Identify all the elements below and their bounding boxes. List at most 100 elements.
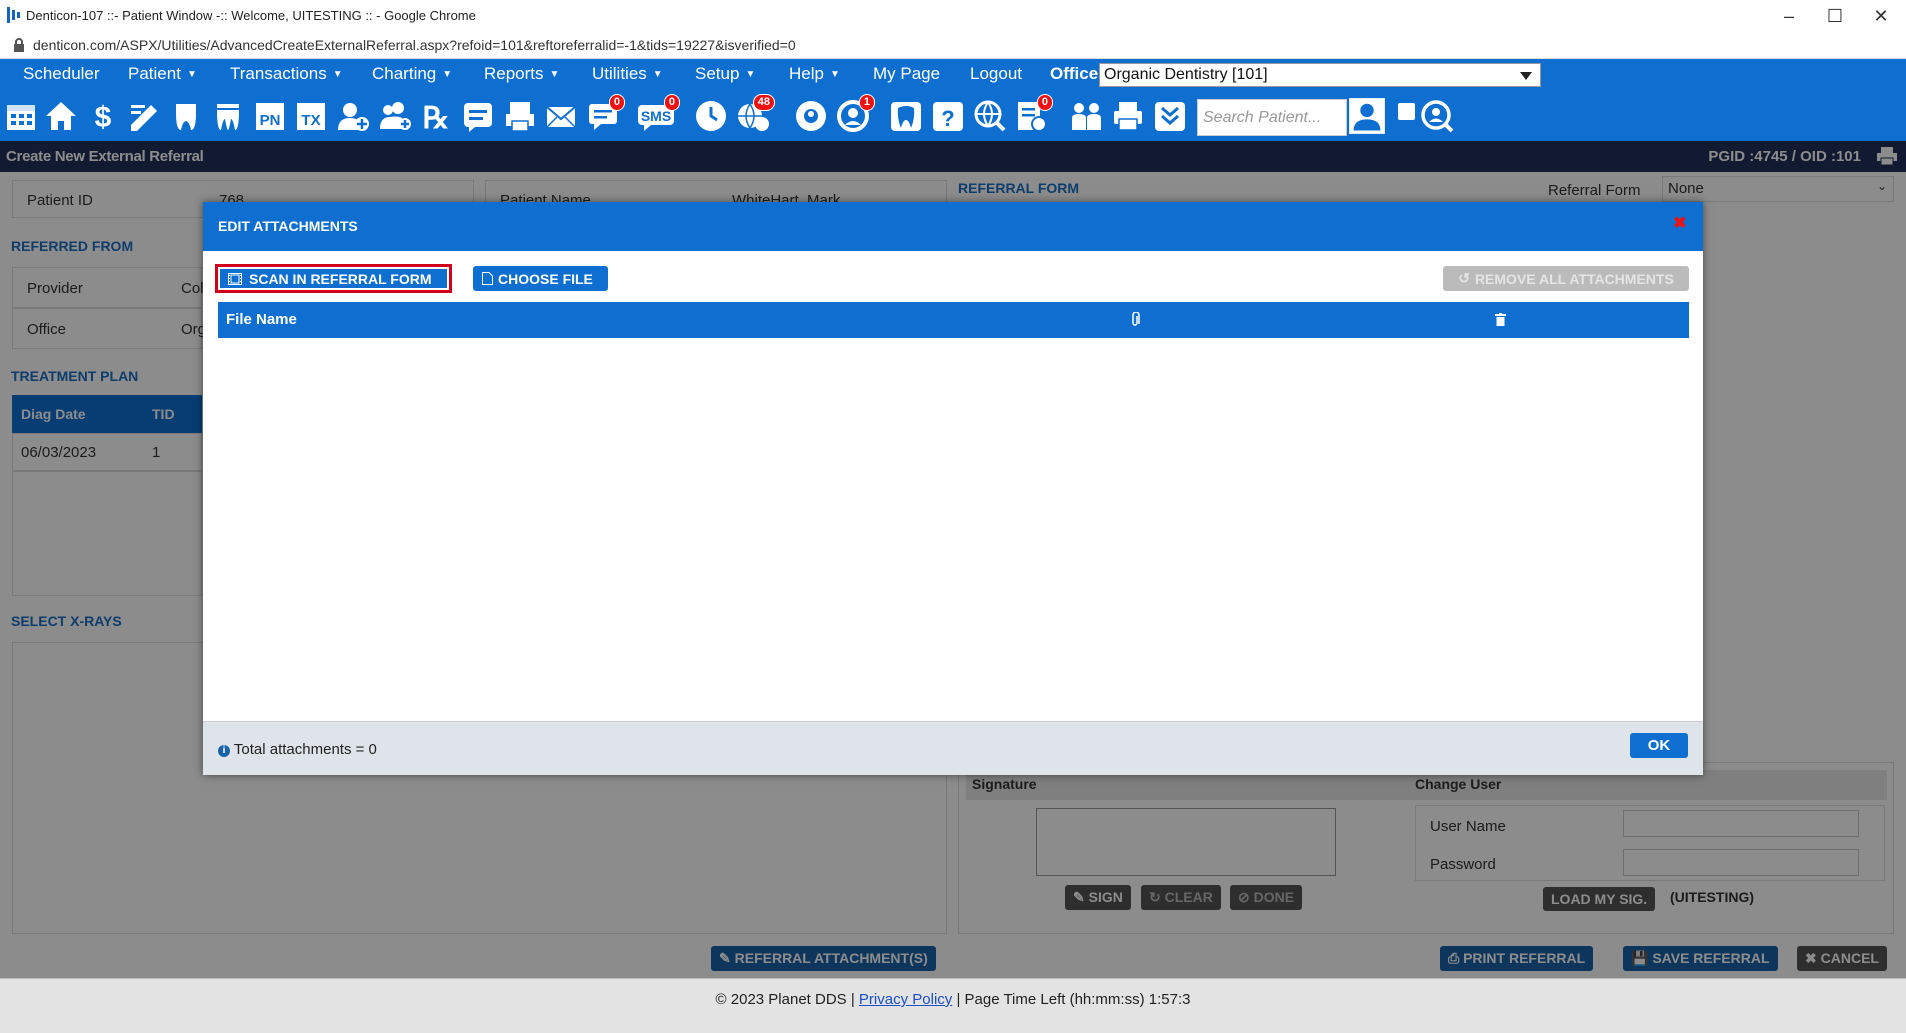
choose-file-label: CHOOSE FILE [498,270,593,287]
browser-title-bar: Denticon-107 ::- Patient Window -:: Welc… [0,0,1906,31]
edit-ruler-icon[interactable] [126,98,162,134]
menu-transactions[interactable]: Transactions ▼ [230,64,343,84]
close-window-icon[interactable]: ✕ [1864,4,1898,28]
search-placeholder: Search Patient... [1203,109,1322,126]
icon-toolbar: $ PN TX ℞ 0 SMS 0 48 1 ? 0 [0,91,1906,141]
notes-icon[interactable] [460,98,496,134]
file-name-column-header: File Name [226,311,297,328]
paperclip-icon [1132,312,1140,326]
maximize-icon[interactable]: ☐ [1818,4,1852,28]
add-family-icon[interactable] [377,98,413,134]
caret-down-icon: ▼ [442,69,453,80]
menu-logout[interactable]: Logout [970,64,1022,84]
minimize-icon[interactable]: – [1772,4,1806,28]
menu-label: Transactions [230,64,327,83]
attachments-list [218,338,1689,718]
menu-reports[interactable]: Reports ▼ [484,64,559,84]
home-icon[interactable] [43,98,79,134]
info-icon: i [218,745,230,757]
lock-icon [14,38,24,52]
globe-search-icon[interactable] [972,98,1008,134]
perio-icon[interactable] [210,98,246,134]
attachments-table-header: File Name [218,302,1689,338]
svg-text:$: $ [95,101,112,133]
menu-charting[interactable]: Charting ▼ [372,64,452,84]
caret-down-icon: ▼ [652,69,663,80]
messages-icon[interactable]: 0 [585,94,625,134]
family-icon[interactable] [1069,98,1105,134]
dialog-header: EDIT ATTACHMENTS ✖ [203,202,1703,251]
toggle-checkbox[interactable] [1398,103,1415,120]
menu-utilities[interactable]: Utilities ▼ [592,64,663,84]
tooth-icon[interactable] [888,98,924,134]
messages-badge: 0 [608,94,625,111]
scan-in-referral-form-button[interactable]: SCAN IN REFERRAL FORM [215,264,452,293]
page-time-left: | Page Time Left (hh:mm:ss) 1:57:3 [956,991,1191,1008]
office-select[interactable]: Organic Dentistry [101] [1099,63,1541,87]
tooth-chart-icon[interactable] [168,98,204,134]
clock-icon[interactable] [693,98,729,134]
svg-text:SMS: SMS [641,108,671,124]
file-icon [482,272,493,285]
patient-search-icon[interactable] [1347,95,1387,137]
help-icon[interactable]: ? [930,98,966,134]
menu-label: Charting [372,64,437,83]
menu-label: My Page [873,64,941,83]
collapse-toolbar-icon[interactable] [1152,98,1188,134]
menu-label: Utilities [592,64,647,83]
forms-badge: 0 [1036,94,1053,111]
caret-down-icon: ▼ [186,69,197,80]
page-footer: © 2023 Planet DDS | Privacy Policy | Pag… [0,978,1906,1033]
menu-my-page[interactable]: My Page [873,64,940,84]
caret-down-icon: ▼ [829,69,840,80]
alerts-badge: 1 [858,94,875,111]
add-patient-icon[interactable] [335,98,371,134]
menu-label: Patient [128,64,181,83]
caret-down-icon: ▼ [745,69,756,80]
dollar-icon[interactable]: $ [85,98,121,134]
total-attachments: i Total attachments = 0 [218,741,377,758]
menu-label: Help [789,64,824,83]
advanced-search-icon[interactable] [1419,98,1455,134]
online-scheduling-icon[interactable]: 48 [735,94,775,134]
office-select-value: Organic Dentistry [101] [1104,66,1268,83]
letters-icon[interactable] [543,98,579,134]
window-title: Denticon-107 ::- Patient Window -:: Welc… [26,8,476,23]
film-icon [228,272,242,285]
main-menu-bar: Scheduler Patient ▼ Transactions ▼ Chartin… [0,59,1906,91]
ok-button[interactable]: OK [1630,733,1688,758]
prescription-icon[interactable]: ℞ [419,98,455,134]
caret-down-icon: ▼ [332,69,343,80]
document-print-icon[interactable] [502,98,538,134]
calendar-icon[interactable] [3,98,39,134]
chevron-down-icon [1520,72,1532,80]
sms-icon[interactable]: SMS 0 [636,94,680,134]
app-logo-icon [7,7,20,23]
support-icon[interactable] [793,98,829,134]
remove-all-attachments-button[interactable]: ↺ REMOVE ALL ATTACHMENTS [1443,266,1689,291]
menu-scheduler[interactable]: Scheduler [23,64,100,84]
dialog-title: EDIT ATTACHMENTS [218,218,358,234]
remove-all-label: REMOVE ALL ATTACHMENTS [1474,270,1674,287]
caret-down-icon: ▼ [549,69,560,80]
menu-label: Logout [970,64,1022,83]
treatment-plan-icon[interactable]: TX [293,98,329,134]
privacy-policy-link[interactable]: Privacy Policy [859,991,952,1008]
menu-help[interactable]: Help ▼ [789,64,840,84]
dialog-footer: i Total attachments = 0 OK [203,721,1703,775]
menu-patient[interactable]: Patient ▼ [128,64,197,84]
progress-notes-icon[interactable]: PN [252,98,288,134]
copyright-text: © 2023 Planet DDS | [715,991,855,1008]
menu-label: Reports [484,64,544,83]
forms-icon[interactable]: 0 [1013,94,1053,134]
scan-button-label: SCAN IN REFERRAL FORM [249,270,432,287]
menu-setup[interactable]: Setup ▼ [695,64,755,84]
choose-file-button[interactable]: CHOOSE FILE [473,266,608,291]
address-bar[interactable]: denticon.com/ASPX/Utilities/AdvancedCrea… [0,31,1906,59]
patient-search-input[interactable]: Search Patient... [1197,99,1347,136]
close-icon[interactable]: ✖ [1673,216,1687,232]
printer-icon[interactable] [1110,98,1146,134]
svg-text:?: ? [941,106,954,131]
alerts-icon[interactable]: 1 [835,94,875,134]
menu-label: Scheduler [23,64,100,83]
